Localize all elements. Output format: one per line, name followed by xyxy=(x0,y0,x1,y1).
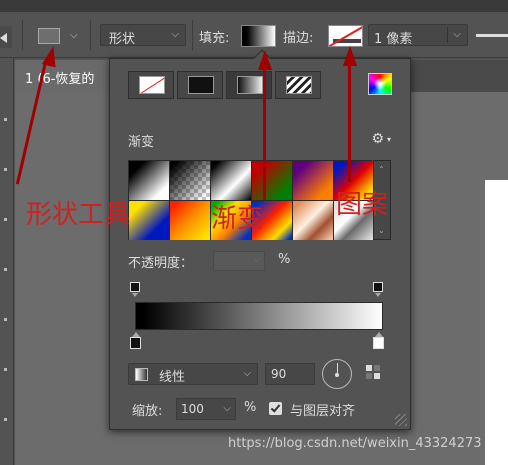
opacity-unit: % xyxy=(278,252,291,267)
toolbar-grip xyxy=(4,218,7,221)
fill-swatch[interactable] xyxy=(241,25,276,47)
color-picker-icon[interactable] xyxy=(368,73,392,95)
menu-bar xyxy=(0,0,508,12)
home-icon[interactable] xyxy=(0,26,12,48)
left-toolbar xyxy=(0,58,14,465)
chevron-down-icon: ⌵ xyxy=(453,29,461,40)
toolbar-grip xyxy=(4,368,7,371)
align-with-layer-checkbox[interactable] xyxy=(269,402,282,415)
align-with-layer-label: 与图层对齐 xyxy=(290,404,356,419)
chevron-down-icon: ⌵ xyxy=(223,403,231,414)
fill-label: 填充: xyxy=(199,31,230,46)
toolbar-grip xyxy=(4,118,7,121)
annotation-shape-tool: 形状工具 xyxy=(26,200,131,230)
divider xyxy=(22,20,23,50)
fill-panel: 渐变 ⚙ ▾ ⌃ ⌄ 不透明度： ⌵ % 线性 ⌵ 90 缩放: 100 ⌵ %… xyxy=(109,49,411,430)
chevron-down-icon[interactable]: ▾ xyxy=(387,135,391,144)
gear-icon[interactable]: ⚙ xyxy=(371,131,384,147)
angle-dial[interactable] xyxy=(322,359,352,389)
watermark: https://blog.csdn.net/weixin_43324273 xyxy=(228,436,482,451)
linear-gradient-icon xyxy=(135,368,148,381)
scale-value: 100 xyxy=(181,402,204,416)
chevron-down-icon[interactable]: ⌵ xyxy=(70,30,78,41)
gradient-preset[interactable] xyxy=(211,161,251,200)
toolbar-grip xyxy=(4,418,7,421)
gradient-preset[interactable] xyxy=(170,161,210,200)
options-bar: ⌵ 形状 ⌵ 填充: 描边: 1 像素 ⌵ xyxy=(0,12,508,58)
scale-label: 缩放: xyxy=(132,404,163,419)
toolbar-grip xyxy=(4,168,7,171)
gradient-section-title: 渐变 xyxy=(128,135,155,150)
gradient-style-select[interactable]: 线性 ⌵ xyxy=(128,363,258,385)
document-canvas[interactable] xyxy=(485,180,508,465)
stroke-swatch[interactable] xyxy=(328,25,363,47)
pattern-icon xyxy=(286,76,312,94)
annotation-gradient: 渐变 xyxy=(211,204,264,234)
chevron-down-icon: ⌵ xyxy=(171,29,179,40)
chevron-down-icon: ⌵ xyxy=(253,255,260,265)
chevron-down-icon: ⌵ xyxy=(243,368,251,379)
opacity-stop-right[interactable] xyxy=(373,282,383,297)
gradient-icon xyxy=(237,76,263,94)
opacity-input: ⌵ xyxy=(213,251,265,271)
stroke-width-value: 1 像素 xyxy=(374,32,413,47)
tool-mode-select[interactable]: 形状 ⌵ xyxy=(100,24,186,47)
opacity-stop-left[interactable] xyxy=(130,282,140,297)
chevron-up-icon[interactable]: ⌃ xyxy=(378,165,385,174)
reverse-gradient-icon[interactable] xyxy=(366,365,384,385)
angle-center xyxy=(335,373,339,377)
annotation-arrow-fill xyxy=(263,68,266,200)
resize-grip-icon[interactable] xyxy=(395,414,407,426)
toolbar-grip xyxy=(4,268,7,271)
fill-type-pattern-button[interactable] xyxy=(275,71,321,99)
gradient-preset[interactable] xyxy=(293,201,333,240)
annotation-pattern: 图案 xyxy=(336,190,389,220)
toolbar-grip xyxy=(4,318,7,321)
annotation-arrow-stroke xyxy=(348,64,351,182)
no-color-slash-icon xyxy=(329,26,362,46)
gradient-bar[interactable] xyxy=(135,302,383,330)
color-stop-left[interactable] xyxy=(130,332,141,349)
solid-color-icon xyxy=(188,76,214,94)
document-tab-title: 1 (6-恢复的 xyxy=(25,72,95,87)
annotation-arrowhead xyxy=(258,50,272,70)
fill-type-none-button[interactable] xyxy=(128,71,174,99)
divider xyxy=(192,20,193,50)
gradient-style-value: 线性 xyxy=(159,370,186,385)
no-fill-icon xyxy=(139,76,165,94)
scale-unit: % xyxy=(244,400,257,415)
chevron-down-icon[interactable]: ⌄ xyxy=(378,226,385,235)
angle-input[interactable]: 90 xyxy=(265,363,315,385)
annotation-arrowhead xyxy=(343,46,357,66)
scale-input[interactable]: 100 ⌵ xyxy=(176,398,236,420)
opacity-label: 不透明度： xyxy=(128,256,194,271)
color-stop-right[interactable] xyxy=(373,332,384,349)
gradient-preset[interactable] xyxy=(129,161,169,200)
stroke-type-line[interactable] xyxy=(476,34,508,37)
angle-value: 90 xyxy=(271,367,287,381)
divider xyxy=(447,27,448,43)
divider xyxy=(90,20,91,50)
gradient-preset[interactable] xyxy=(129,201,169,240)
fill-type-solid-button[interactable] xyxy=(177,71,223,99)
shape-tool-preset-swatch[interactable] xyxy=(38,28,60,44)
gradient-preset[interactable] xyxy=(252,161,292,200)
stroke-label: 描边: xyxy=(283,31,314,46)
stroke-width-input[interactable]: 1 像素 ⌵ xyxy=(368,24,468,47)
gradient-preset[interactable] xyxy=(293,161,333,200)
gradient-preset[interactable] xyxy=(170,201,210,240)
tool-mode-value: 形状 xyxy=(109,32,136,47)
